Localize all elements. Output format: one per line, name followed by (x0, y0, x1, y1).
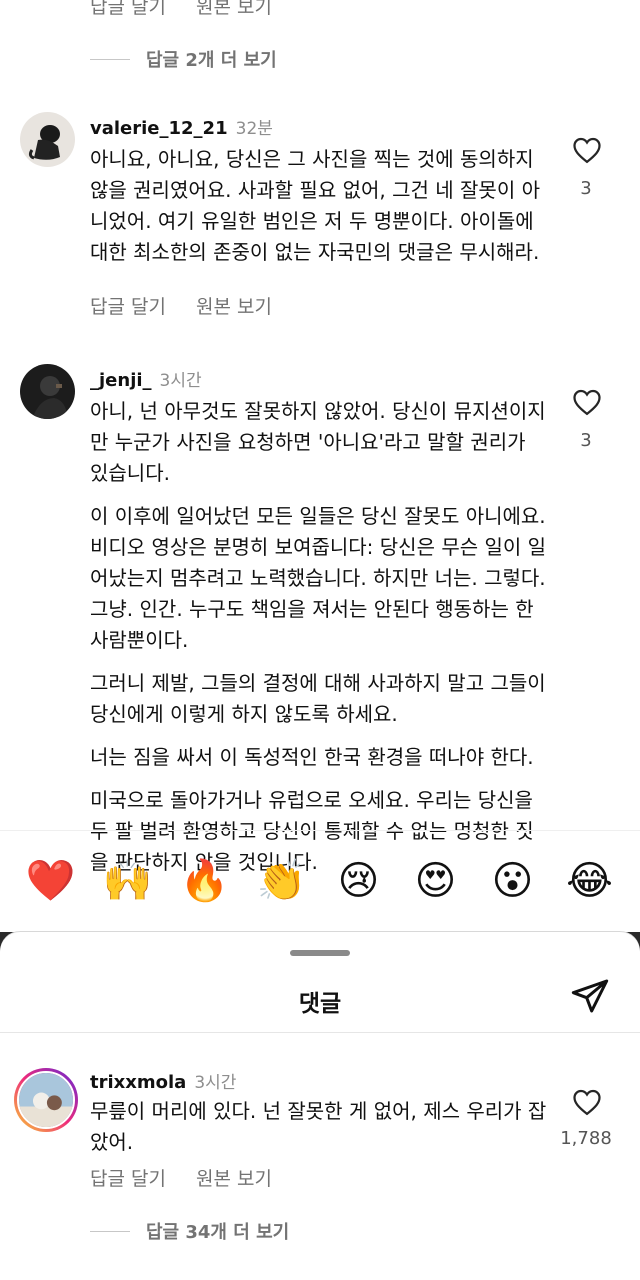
like-count: 3 (580, 430, 592, 451)
crying-emoji-button[interactable]: 😢 (334, 861, 384, 901)
comment-text: 아니요, 아니요, 당신은 그 사진을 찍는 것에 동의하지 않을 권리였어요.… (90, 144, 550, 280)
like-button[interactable] (570, 388, 604, 420)
sheet-title: 댓글 (298, 991, 342, 1017)
story-avatar[interactable] (14, 1068, 78, 1132)
timestamp: 3시간 (194, 1073, 237, 1093)
comment-actions: 답글 달기 원본 보기 (90, 1164, 272, 1191)
view-more-replies[interactable]: 답글 2개 더 보기 (90, 46, 277, 72)
divider (0, 1032, 640, 1033)
username[interactable]: trixxmola (90, 1072, 186, 1093)
see-original-button[interactable]: 원본 보기 (196, 1164, 272, 1191)
heart-emoji-button[interactable]: ❤️ (26, 861, 76, 901)
comment-paragraph: 이 이후에 일어났던 모든 일들은 당신 잘못도 아니에요. 비디오 영상은 분… (90, 504, 547, 652)
divider (90, 1230, 130, 1232)
heart-icon (573, 137, 601, 164)
send-icon[interactable] (570, 976, 610, 1016)
see-original-button[interactable]: 원본 보기 (196, 0, 272, 19)
comment-paragraph: 아니, 넌 아무것도 잘못하지 않았어. 당신이 뮤지션이지만 누군가 사진을 … (90, 399, 546, 485)
like-count: 1,788 (560, 1128, 612, 1149)
comment-meta: trixxmola 3시간 (90, 1068, 236, 1093)
heart-icon (573, 1089, 601, 1116)
timestamp: 3시간 (159, 371, 202, 391)
drag-handle[interactable] (290, 950, 350, 956)
view-more-replies-label: 답글 2개 더 보기 (146, 50, 277, 71)
avatar[interactable] (20, 112, 75, 167)
like-button[interactable] (570, 136, 604, 168)
clapping-emoji-button[interactable]: 👏 (257, 861, 307, 901)
divider (90, 58, 130, 60)
surprised-emoji-button[interactable]: 😮 (488, 861, 538, 901)
comment-meta: _jenji_ 3시간 (90, 366, 202, 391)
username[interactable]: _jenji_ (90, 370, 152, 391)
comment-actions: 답글 달기 원본 보기 (90, 292, 272, 319)
comment-text: 아니, 넌 아무것도 잘못하지 않았어. 당신이 뮤지션이지만 누군가 사진을 … (90, 396, 550, 890)
username[interactable]: valerie_12_21 (90, 118, 228, 139)
like-count: 3 (580, 178, 592, 199)
previous-comment-actions: 답글 달기 원본 보기 (90, 0, 272, 19)
heart-eyes-emoji-button[interactable]: 😍 (411, 861, 461, 901)
comment-text: 무릎이 머리에 있다. 넌 잘못한 게 없어, 제스 우리가 잡았어. (90, 1096, 550, 1170)
avatar[interactable] (20, 364, 75, 419)
reply-button[interactable]: 답글 달기 (90, 0, 166, 19)
see-original-button[interactable]: 원본 보기 (196, 292, 272, 319)
raising-hands-emoji-button[interactable]: 🙌 (103, 861, 153, 901)
reply-button[interactable]: 답글 달기 (90, 1164, 166, 1191)
comments-sheet: 댓글 trixxmola 3시간 무릎이 머리에 있다. 넌 잘못한 게 없어,… (0, 932, 640, 1280)
comment-paragraph: 그러니 제발, 그들의 결정에 대해 사과하지 말고 그들이 당신에게 이렇게 … (90, 671, 546, 726)
timestamp: 32분 (235, 119, 273, 139)
like-button[interactable] (570, 1088, 604, 1120)
heart-icon (573, 389, 601, 416)
comment-paragraph: 무릎이 머리에 있다. 넌 잘못한 게 없어, 제스 우리가 잡았어. (90, 1099, 547, 1154)
fire-emoji-button[interactable]: 🔥 (180, 861, 230, 901)
comment-paragraph: 아니요, 아니요, 당신은 그 사진을 찍는 것에 동의하지 않을 권리였어요.… (90, 147, 540, 264)
emoji-reaction-bar: ❤️ 🙌 🔥 👏 😢 😍 😮 😂 (0, 830, 640, 930)
laughing-emoji-button[interactable]: 😂 (565, 861, 615, 901)
reply-button[interactable]: 답글 달기 (90, 292, 166, 319)
view-more-replies-label: 답글 34개 더 보기 (146, 1222, 290, 1243)
view-more-replies[interactable]: 답글 34개 더 보기 (90, 1218, 289, 1244)
comment-meta: valerie_12_21 32분 (90, 114, 273, 139)
comment-paragraph: 너는 짐을 싸서 이 독성적인 한국 환경을 떠나야 한다. (90, 745, 534, 769)
